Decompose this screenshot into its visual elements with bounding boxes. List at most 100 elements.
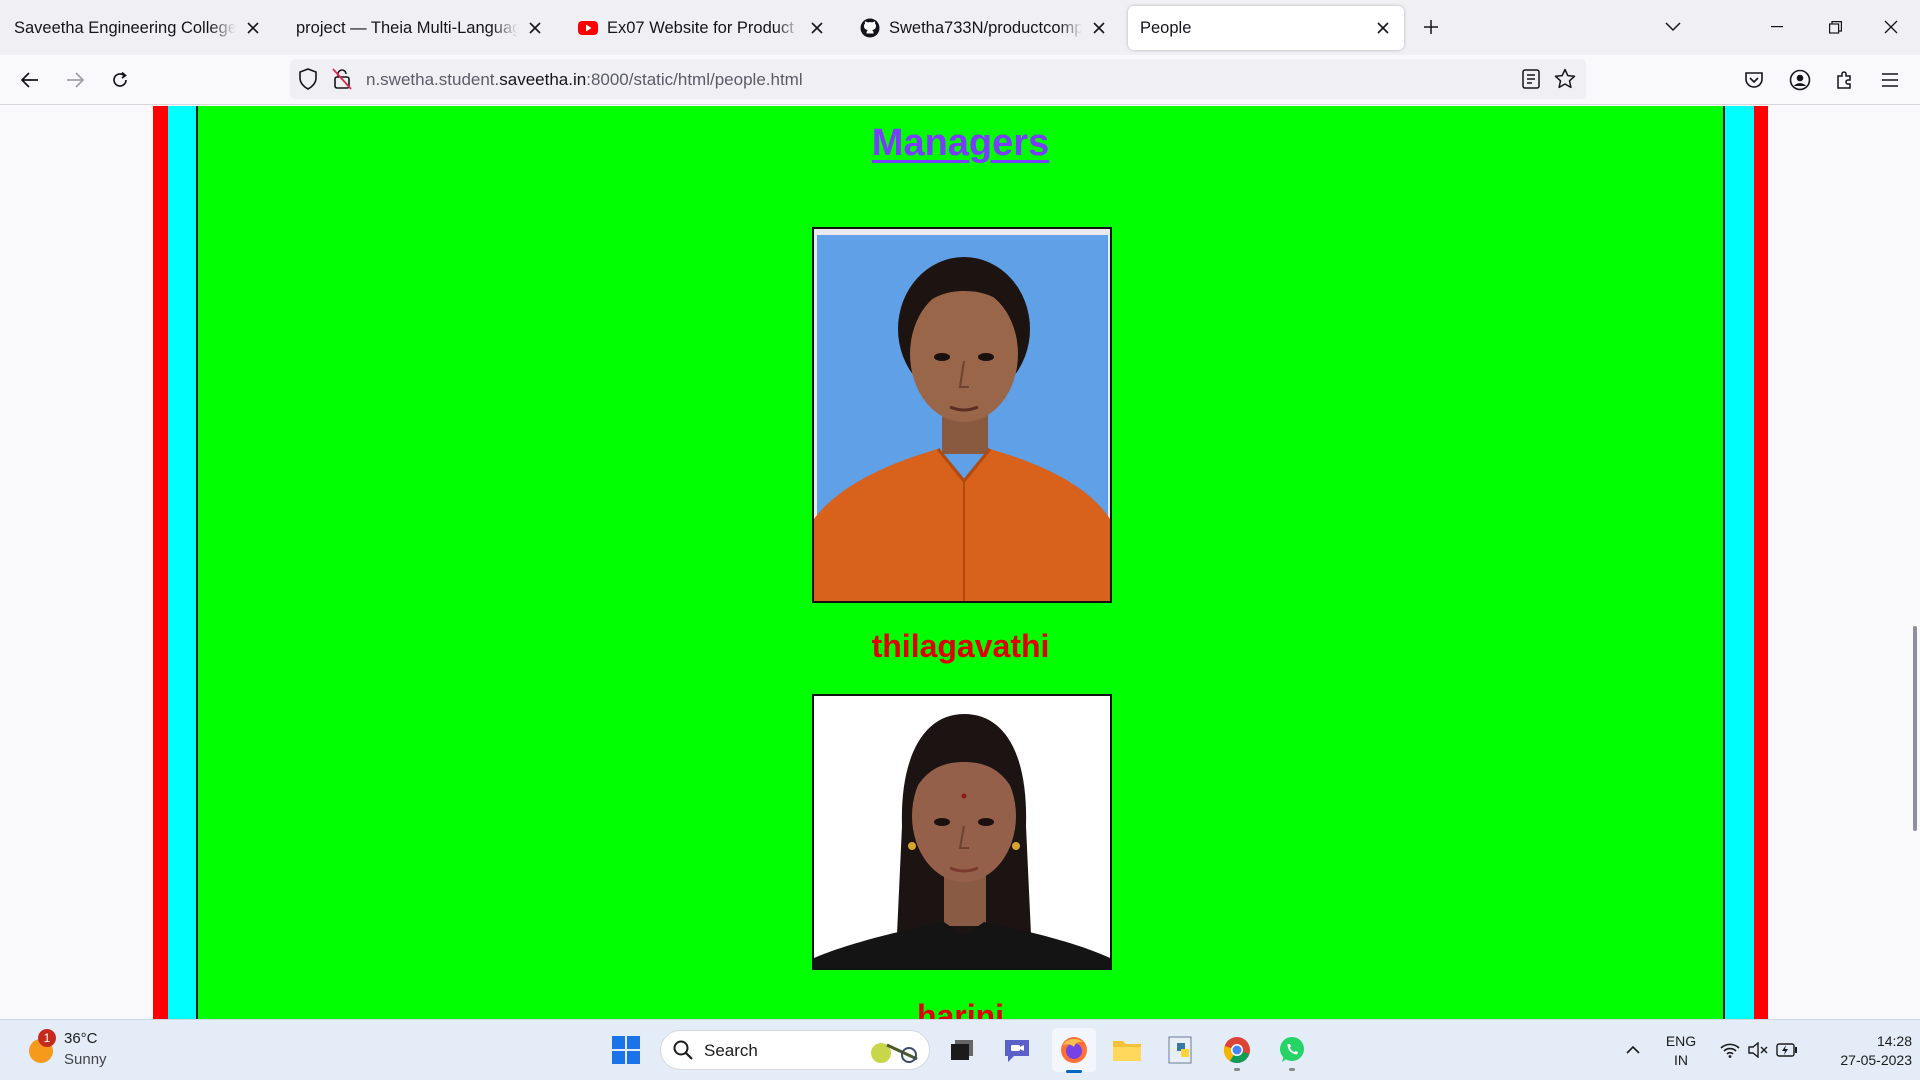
tab-youtube[interactable]: Ex07 Website for Product Development: [566, 6, 838, 50]
tab-title: Saveetha Engineering College: [14, 18, 236, 37]
weather-badge: 1: [38, 1029, 56, 1047]
search-highlight-icon: [867, 1037, 925, 1065]
minimize-button[interactable]: [1754, 10, 1800, 44]
restore-icon: [1828, 20, 1842, 34]
account-icon: [1789, 69, 1811, 91]
back-button[interactable]: [14, 64, 46, 96]
address-bar[interactable]: n.swetha.student.saveetha.in:8000/static…: [290, 59, 1586, 99]
tab-title: Ex07 Website for Product Development: [607, 18, 800, 37]
start-button[interactable]: [606, 1030, 646, 1070]
firefox-taskbar-button[interactable]: [1052, 1028, 1096, 1073]
language-indicator[interactable]: ENG IN: [1660, 1030, 1702, 1070]
clock-time: 14:28: [1876, 1033, 1912, 1049]
restore-button[interactable]: [1812, 10, 1858, 44]
speaker-muted-icon: [1748, 1042, 1768, 1058]
weather-temperature: 36°C: [64, 1030, 98, 1047]
windows-taskbar: 1 36°C Sunny Search ENG IN 14:28 27-05-2…: [0, 1019, 1920, 1080]
tab-title: People: [1140, 18, 1192, 37]
navigation-toolbar: n.swetha.student.saveetha.in:8000/static…: [0, 55, 1920, 105]
tab-title: Swetha733N/productcompanywebsite: [889, 18, 1082, 37]
puzzle-piece-icon: [1835, 70, 1855, 90]
chrome-icon: [1222, 1035, 1252, 1065]
tab-github[interactable]: Swetha733N/productcompanywebsite: [848, 6, 1120, 50]
whatsapp-icon: [1277, 1035, 1307, 1065]
manager-name: harini: [916, 998, 1005, 1019]
chevron-up-icon: [1626, 1045, 1640, 1054]
close-tab-icon[interactable]: [1088, 17, 1110, 39]
close-icon: [1884, 20, 1898, 34]
windows-logo-icon: [612, 1036, 640, 1064]
url-text: n.swetha.student.saveetha.in:8000/static…: [366, 70, 803, 90]
tab-strip: Saveetha Engineering College project — T…: [0, 0, 1920, 55]
weather-widget[interactable]: 1: [24, 1029, 58, 1067]
github-icon: [860, 18, 880, 38]
arrow-right-icon: [66, 72, 84, 88]
url-domain: saveetha.in: [499, 70, 587, 89]
wifi-icon: [1720, 1042, 1740, 1058]
running-app-indicator: [1289, 1068, 1295, 1071]
app-menu-button[interactable]: [1874, 64, 1906, 96]
clock-date: 27-05-2023: [1840, 1052, 1912, 1068]
youtube-icon: [578, 18, 598, 38]
battery-charging-icon: [1776, 1043, 1798, 1057]
close-tab-icon[interactable]: [242, 17, 264, 39]
manager-name: thilagavathi: [871, 628, 1050, 664]
pocket-icon: [1744, 71, 1764, 89]
url-prefix: n.swetha.student.: [366, 70, 500, 89]
tab-theia-project[interactable]: project — Theia Multi-Language Explorer: [284, 6, 556, 50]
forward-button[interactable]: [59, 64, 91, 96]
search-icon: [673, 1040, 693, 1060]
running-app-indicator: [1234, 1068, 1240, 1071]
extensions-button[interactable]: [1829, 64, 1861, 96]
close-tab-icon[interactable]: [806, 17, 828, 39]
task-view-icon: [949, 1038, 975, 1062]
search-label: Search: [704, 1041, 758, 1060]
tab-title: project — Theia Multi-Language Explorer: [296, 18, 518, 37]
close-window-button[interactable]: [1868, 10, 1914, 44]
chevron-down-icon: [1665, 22, 1681, 32]
url-path: :8000/static/html/people.html: [586, 70, 803, 89]
language-region: IN: [1674, 1052, 1688, 1068]
reload-button[interactable]: [104, 64, 136, 96]
teams-chat-button[interactable]: [997, 1030, 1037, 1070]
manager-photo-harini: [812, 694, 1112, 970]
python-idle-button[interactable]: [1162, 1030, 1202, 1070]
plus-icon: [1423, 19, 1439, 35]
bookmark-star-icon[interactable]: [1554, 68, 1576, 90]
show-hidden-icons-button[interactable]: [1618, 1034, 1648, 1064]
quick-settings-button[interactable]: [1714, 1032, 1804, 1068]
shield-icon[interactable]: [298, 68, 318, 90]
manager-photo-thilagavathi: [812, 227, 1112, 603]
folder-icon: [1112, 1037, 1142, 1063]
page-scrollbar[interactable]: [1910, 106, 1920, 1019]
pocket-button[interactable]: [1738, 64, 1770, 96]
new-tab-button[interactable]: [1416, 12, 1446, 42]
chat-icon: [1002, 1036, 1032, 1064]
close-tab-icon[interactable]: [524, 17, 546, 39]
active-app-indicator: [1066, 1070, 1082, 1073]
reader-view-icon[interactable]: [1522, 69, 1540, 89]
account-button[interactable]: [1784, 64, 1816, 96]
whatsapp-button[interactable]: [1272, 1030, 1312, 1071]
tab-saveetha[interactable]: Saveetha Engineering College: [2, 6, 274, 50]
tab-people[interactable]: People: [1128, 6, 1404, 50]
system-clock[interactable]: 14:28 27-05-2023: [1812, 1030, 1912, 1070]
close-tab-icon[interactable]: [1372, 17, 1394, 39]
managers-heading-link[interactable]: Managers: [198, 122, 1723, 165]
python-icon: [1167, 1035, 1197, 1065]
chrome-button[interactable]: [1217, 1030, 1257, 1071]
reload-icon: [111, 71, 129, 89]
hamburger-menu-icon: [1881, 73, 1899, 87]
insecure-lock-icon[interactable]: [332, 68, 352, 90]
language-code: ENG: [1665, 1033, 1697, 1049]
content-panel: Managers thilagavathi harini: [196, 106, 1725, 1019]
taskbar-search[interactable]: Search: [660, 1030, 930, 1070]
list-all-tabs-button[interactable]: [1658, 12, 1688, 42]
scrollbar-thumb[interactable]: [1913, 626, 1917, 831]
minimize-icon: [1771, 26, 1783, 28]
arrow-left-icon: [21, 72, 39, 88]
file-explorer-button[interactable]: [1107, 1030, 1147, 1070]
page-viewport: Managers thilagavathi harini: [0, 106, 1920, 1019]
firefox-icon: [1059, 1035, 1089, 1065]
task-view-button[interactable]: [942, 1030, 982, 1070]
